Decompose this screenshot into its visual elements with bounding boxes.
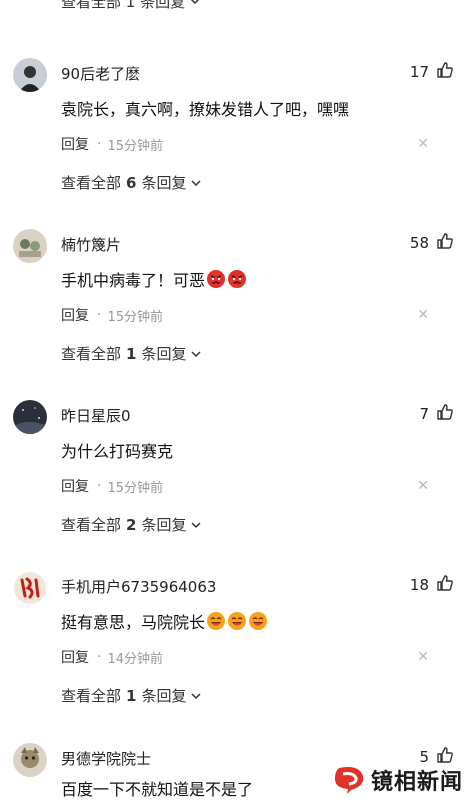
comment-text-content: 挺有意思，马院院长 <box>61 613 206 632</box>
brand-logo-icon <box>329 764 369 796</box>
chevron-down-icon <box>190 177 202 189</box>
view-all-prefix: 查看全部 <box>61 516 122 534</box>
reply-button[interactable]: 回复 <box>61 476 89 496</box>
reply-row: 回复 · 14分钟前 <box>61 647 163 667</box>
comment-text: 袁院长，真六啊，撩妹发错人了吧，嘿嘿 <box>61 96 349 120</box>
reply-row: 回复 · 15分钟前 <box>61 305 163 325</box>
view-all-suffix: 条回复 <box>141 345 187 363</box>
view-all-replies-button[interactable]: 查看全部 1 条回复 <box>61 343 202 364</box>
view-all-suffix: 条回复 <box>141 687 187 705</box>
avatar[interactable] <box>13 58 47 92</box>
comment-text: 手机中病毒了！可恶 <box>61 267 247 291</box>
reply-count: 1 <box>126 344 137 363</box>
chevron-down-icon <box>190 348 202 360</box>
view-all-prefix: 查看全部 <box>61 345 122 363</box>
like-count: 7 <box>419 405 429 423</box>
username[interactable]: 手机用户6735964063 <box>61 576 216 597</box>
chevron-down-icon <box>190 690 202 702</box>
reply-row: 回复 · 15分钟前 <box>61 476 163 496</box>
separator-dot: · <box>97 307 102 323</box>
laughing-face-emoji <box>227 611 247 631</box>
comment-text-content: 为什么打码赛克 <box>61 442 174 461</box>
close-icon[interactable]: ✕ <box>417 478 429 494</box>
view-all-replies-button[interactable]: 查看全部 2 条回复 <box>61 514 202 535</box>
comment-text-content: 百度一下不就知道是不是了 <box>61 780 254 799</box>
username[interactable]: 昨日星辰0 <box>61 405 131 426</box>
thumbs-up-icon[interactable] <box>435 231 455 251</box>
reply-button[interactable]: 回复 <box>61 647 89 667</box>
view-all-replies-button[interactable]: 查看全部 1 条回复 <box>61 685 202 706</box>
view-all-replies-button[interactable]: 查看全部 6 条回复 <box>61 172 202 193</box>
avatar[interactable] <box>13 743 47 777</box>
watermark-text: 镜相新闻 <box>370 769 463 795</box>
view-all-label: 查看全部 1 条回复 <box>61 0 186 11</box>
username[interactable]: 楠竹篾片 <box>61 234 121 255</box>
chevron-down-icon <box>189 0 201 7</box>
reply-count: 1 <box>126 686 137 705</box>
angry-face-emoji <box>227 269 247 289</box>
separator-dot: · <box>97 478 102 494</box>
username[interactable]: 90后老了麽 <box>61 63 140 84</box>
chevron-down-icon <box>190 519 202 531</box>
separator-dot: · <box>97 649 102 665</box>
view-all-prefix: 查看全部 <box>61 174 122 192</box>
timestamp: 15分钟前 <box>107 480 163 496</box>
timestamp: 14分钟前 <box>107 651 163 667</box>
avatar[interactable] <box>13 229 47 263</box>
reply-count: 2 <box>126 515 137 534</box>
thumbs-up-icon[interactable] <box>435 745 455 765</box>
avatar[interactable] <box>13 571 47 605</box>
username[interactable]: 男德学院院士 <box>61 748 151 769</box>
thumbs-up-icon[interactable] <box>435 573 455 593</box>
watermark: 镜相新闻 <box>329 764 463 796</box>
timestamp: 15分钟前 <box>107 138 163 154</box>
comment-text: 为什么打码赛克 <box>61 438 173 462</box>
reply-button[interactable]: 回复 <box>61 134 89 154</box>
close-icon[interactable]: ✕ <box>417 649 429 665</box>
like-count: 18 <box>409 576 429 594</box>
view-all-replies-partial[interactable]: 查看全部 1 条回复 <box>61 0 201 12</box>
thumbs-up-icon[interactable] <box>435 60 455 80</box>
like-count: 58 <box>409 234 429 252</box>
laughing-face-emoji <box>206 611 226 631</box>
reply-button[interactable]: 回复 <box>61 305 89 325</box>
comment-text: 百度一下不就知道是不是了 <box>61 776 253 800</box>
avatar[interactable] <box>13 400 47 434</box>
thumbs-up-icon[interactable] <box>435 402 455 422</box>
comment-text: 挺有意思，马院院长 <box>61 609 268 633</box>
like-count: 17 <box>409 63 429 81</box>
laughing-face-emoji <box>248 611 268 631</box>
reply-row: 回复 · 15分钟前 <box>61 134 163 154</box>
timestamp: 15分钟前 <box>107 309 163 325</box>
angry-face-emoji <box>206 269 226 289</box>
view-all-prefix: 查看全部 <box>61 687 122 705</box>
close-icon[interactable]: ✕ <box>417 136 429 152</box>
comment-text-content: 手机中病毒了！可恶 <box>61 271 206 290</box>
view-all-suffix: 条回复 <box>141 516 187 534</box>
reply-count: 6 <box>126 173 137 192</box>
close-icon[interactable]: ✕ <box>417 307 429 323</box>
comment-text-content: 袁院长，真六啊，撩妹发错人了吧，嘿嘿 <box>61 100 350 119</box>
view-all-suffix: 条回复 <box>141 174 187 192</box>
separator-dot: · <box>97 136 102 152</box>
